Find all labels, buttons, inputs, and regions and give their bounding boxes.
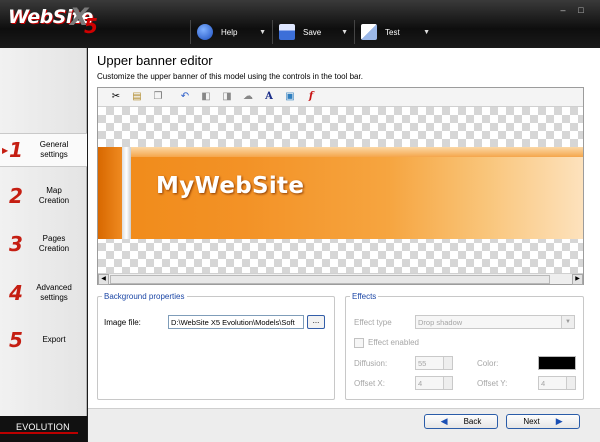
- sidebar-item-general-settings[interactable]: ▶ 1 General settings: [0, 133, 87, 167]
- step-label: Map Creation: [38, 186, 70, 205]
- arrow-right-icon: ▶: [555, 416, 563, 426]
- editor-toolbar: ✂ ▤ ❐ ↶ ◧ ◨ ☁ A ▣ f: [98, 88, 583, 107]
- sidebar-item-export[interactable]: 5 Export: [0, 323, 87, 357]
- diffusion-label: Diffusion:: [354, 359, 388, 368]
- image-icon[interactable]: ▣: [282, 90, 298, 104]
- banner-image[interactable]: MyWebSite: [98, 147, 583, 239]
- offset-x-value: 4: [418, 379, 423, 388]
- sidebar-item-advanced-settings[interactable]: 4 Advanced settings: [0, 276, 87, 310]
- effect-type-select[interactable]: Drop shadow ▼: [415, 315, 575, 329]
- step-label: Pages Creation: [38, 234, 70, 253]
- current-step-arrow-icon: ▶: [2, 146, 9, 155]
- scroll-left-icon[interactable]: ◀: [98, 274, 109, 285]
- main-toolbar: Help ▼ Save ▼ Test ▼: [190, 20, 436, 46]
- effects-icon[interactable]: ☁: [240, 90, 256, 104]
- step-sidebar: ▶ 1 General settings 2 Map Creation 3 Pa…: [0, 48, 87, 442]
- main-panel: Upper banner editor Customize the upper …: [88, 48, 600, 408]
- offset-x-label: Offset X:: [354, 379, 385, 388]
- effects-legend: Effects: [352, 292, 377, 301]
- effect-type-label: Effect type: [354, 318, 392, 327]
- banner-canvas[interactable]: MyWebSite: [98, 107, 583, 273]
- background-properties-legend: Background properties: [104, 292, 185, 301]
- app-logo: WebSite X 5: [8, 3, 98, 38]
- next-button[interactable]: Next ▶: [506, 414, 580, 429]
- next-label: Next: [523, 417, 540, 426]
- chevron-down-icon[interactable]: ▼: [561, 316, 574, 328]
- diffusion-value: 55: [418, 359, 427, 368]
- sidebar-item-pages-creation[interactable]: 3 Pages Creation: [0, 227, 87, 261]
- effect-type-value: Drop shadow: [418, 318, 463, 327]
- image-file-input[interactable]: D:\WebSite X5 Evolution\Models\Soft: [168, 315, 304, 329]
- minimize-button[interactable]: –: [556, 4, 570, 16]
- offset-y-stepper[interactable]: 4: [538, 376, 576, 390]
- color-label: Color:: [477, 359, 499, 368]
- paste-icon[interactable]: ▤: [129, 90, 145, 104]
- save-button[interactable]: Save ▼: [272, 20, 354, 44]
- help-icon: [197, 24, 213, 40]
- arrow-left-icon: ◀: [440, 416, 448, 426]
- step-label: Advanced settings: [36, 283, 72, 302]
- help-label: Help: [221, 27, 238, 37]
- step-number: 3: [9, 232, 23, 256]
- offset-y-label: Offset Y:: [477, 379, 508, 388]
- scroll-right-icon[interactable]: ▶: [572, 274, 583, 285]
- copy-icon[interactable]: ❐: [150, 90, 166, 104]
- effect-enabled-label: Effect enabled: [368, 338, 420, 347]
- wizard-nav-bar: ◀ Back Next ▶: [88, 408, 600, 442]
- spin-arrows-icon[interactable]: [566, 377, 575, 389]
- page-subtitle: Customize the upper banner of this model…: [97, 72, 363, 81]
- edition-underline: [0, 432, 78, 434]
- color-swatch[interactable]: [538, 356, 576, 370]
- flash-icon[interactable]: f: [303, 90, 319, 104]
- title-bar: WebSite X 5 – □ Help ▼ Save ▼ Test ▼: [0, 0, 600, 48]
- step-number: 2: [9, 184, 23, 208]
- save-icon: [279, 24, 295, 40]
- back-button[interactable]: ◀ Back: [424, 414, 498, 429]
- background-properties-group: Background properties Image file: D:\Web…: [97, 292, 335, 400]
- browse-button[interactable]: ...: [307, 315, 325, 329]
- edition-badge: EVOLUTION: [0, 416, 87, 442]
- step-number: 5: [9, 328, 23, 352]
- logo-number: 5: [84, 14, 98, 38]
- effects-group: Effects Effect type Drop shadow ▼ Effect…: [345, 292, 584, 400]
- spin-arrows-icon[interactable]: [443, 357, 452, 369]
- cut-icon[interactable]: ✂: [108, 90, 124, 104]
- sidebar-item-map-creation[interactable]: 2 Map Creation: [0, 179, 87, 213]
- banner-editor: ✂ ▤ ❐ ↶ ◧ ◨ ☁ A ▣ f MyWebSite ◀ ▶: [97, 87, 584, 285]
- test-label: Test: [385, 27, 400, 37]
- bring-forward-icon[interactable]: ◧: [198, 90, 214, 104]
- step-number: 4: [9, 281, 23, 305]
- chevron-down-icon[interactable]: ▼: [259, 29, 266, 36]
- step-label: General settings: [39, 140, 69, 159]
- spin-arrows-icon[interactable]: [443, 377, 452, 389]
- maximize-button[interactable]: □: [574, 4, 588, 16]
- image-file-label: Image file:: [104, 318, 141, 327]
- save-label: Save: [303, 27, 322, 37]
- back-label: Back: [463, 417, 482, 426]
- send-backward-icon[interactable]: ◨: [219, 90, 235, 104]
- banner-title-text[interactable]: MyWebSite: [156, 173, 304, 199]
- banner-white-band: [122, 147, 131, 239]
- page-title: Upper banner editor: [97, 53, 213, 68]
- diffusion-stepper[interactable]: 55: [415, 356, 453, 370]
- edition-label: EVOLUTION: [16, 422, 70, 432]
- chevron-down-icon[interactable]: ▼: [341, 29, 348, 36]
- help-button[interactable]: Help ▼: [190, 20, 272, 44]
- horizontal-scrollbar[interactable]: ◀ ▶: [98, 273, 583, 285]
- banner-top-strip: [131, 147, 583, 157]
- text-icon[interactable]: A: [261, 90, 277, 104]
- offset-y-value: 4: [541, 379, 546, 388]
- test-icon: [361, 24, 377, 40]
- step-label: Export: [42, 335, 66, 344]
- undo-icon[interactable]: ↶: [177, 90, 193, 104]
- effect-enabled-checkbox[interactable]: [354, 338, 364, 348]
- offset-x-stepper[interactable]: 4: [415, 376, 453, 390]
- banner-left-band: [98, 147, 122, 239]
- chevron-down-icon[interactable]: ▼: [423, 29, 430, 36]
- scroll-thumb[interactable]: [110, 275, 550, 284]
- test-button[interactable]: Test ▼: [354, 20, 436, 44]
